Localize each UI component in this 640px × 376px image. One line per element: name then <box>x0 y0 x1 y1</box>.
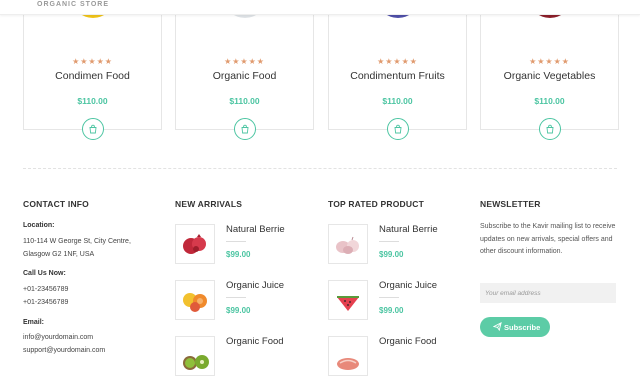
product-price: $110.00 <box>229 96 260 106</box>
meat-icon <box>337 358 359 370</box>
product-card[interactable]: ★★★★★ Organic Food $110.00 <box>175 0 314 140</box>
top-rated-thumbnail[interactable] <box>328 224 368 264</box>
product-card[interactable]: ★★★★★ Condimentum Fruits $110.00 <box>328 0 467 140</box>
product-name[interactable]: Condimentum Fruits <box>329 70 466 82</box>
top-rated-thumbnail[interactable] <box>328 280 368 320</box>
product-card[interactable]: ★★★★★ Condimen Food $110.00 <box>23 0 162 140</box>
item-separator <box>379 297 399 298</box>
product-price: $110.00 <box>534 96 565 106</box>
product-card[interactable]: ★★★★★ Organic Vegetables $110.00 <box>480 0 619 140</box>
address-line-2: Glasgow G2 1NF, USA <box>23 251 95 258</box>
email-label: Email: <box>23 319 45 326</box>
email-link[interactable]: support@yourdomain.com <box>23 344 105 357</box>
newsletter-description: Subscribe to the Kavir mailing list to r… <box>480 223 616 255</box>
phone-number[interactable]: +01-23456789 <box>23 283 68 296</box>
top-header: ORGANIC STORE <box>0 0 640 15</box>
product-rating: ★★★★★ <box>529 57 570 66</box>
new-arrivals-heading: NEW ARRIVALS <box>175 199 243 209</box>
add-to-cart-button[interactable] <box>233 118 256 140</box>
item-price: $99.00 <box>226 306 251 315</box>
phone-number[interactable]: +01-23456789 <box>23 296 68 309</box>
subscribe-button[interactable]: Subscribe <box>480 317 550 337</box>
store-brand[interactable]: ORGANIC STORE <box>37 1 109 8</box>
shopping-bag-icon <box>240 124 249 134</box>
product-price: $110.00 <box>77 96 108 106</box>
product-name[interactable]: Organic Vegetables <box>481 70 618 82</box>
new-arrival-thumbnail[interactable] <box>175 336 215 376</box>
item-price: $99.00 <box>379 306 404 315</box>
item-separator <box>226 297 246 298</box>
shopping-bag-icon <box>88 124 97 134</box>
call-us-label: Call Us Now: <box>23 270 66 277</box>
kiwi-icon <box>183 355 209 370</box>
newsletter-heading: NEWSLETTER <box>480 199 541 209</box>
item-separator <box>379 241 399 242</box>
top-rated-heading: TOP RATED PRODUCT <box>328 199 424 209</box>
product-rating: ★★★★★ <box>72 57 113 66</box>
location-label: Location: <box>23 222 55 229</box>
paper-plane-icon <box>493 322 502 331</box>
item-name[interactable]: Organic Juice <box>379 280 437 291</box>
new-arrival-thumbnail[interactable] <box>175 224 215 264</box>
add-to-cart-button[interactable] <box>386 118 409 140</box>
item-name[interactable]: Organic Juice <box>226 280 284 291</box>
product-rating: ★★★★★ <box>377 57 418 66</box>
add-to-cart-button[interactable] <box>81 118 104 140</box>
citrus-fruits-icon <box>183 293 207 312</box>
top-rated-thumbnail[interactable] <box>328 336 368 376</box>
pomegranate-icon <box>183 234 206 254</box>
product-rating: ★★★★★ <box>224 57 265 66</box>
item-name[interactable]: Natural Berrie <box>379 224 438 235</box>
product-name[interactable]: Organic Food <box>176 70 313 82</box>
item-price: $99.00 <box>379 250 404 259</box>
watermelon-icon <box>337 296 359 311</box>
item-separator <box>226 241 246 242</box>
subscribe-label: Subscribe <box>504 323 541 332</box>
address-line-1: 110-114 W George St, City Centre, <box>23 238 131 245</box>
add-to-cart-button[interactable] <box>538 118 561 140</box>
item-name[interactable]: Natural Berrie <box>226 224 285 235</box>
email-link[interactable]: info@yourdomain.com <box>23 331 93 344</box>
item-price: $99.00 <box>226 250 251 259</box>
garlic-icon <box>336 236 359 254</box>
contact-info-heading: CONTACT INFO <box>23 199 89 209</box>
section-divider <box>23 168 617 169</box>
item-name[interactable]: Organic Food <box>379 336 437 347</box>
item-name[interactable]: Organic Food <box>226 336 284 347</box>
new-arrival-thumbnail[interactable] <box>175 280 215 320</box>
shopping-bag-icon <box>545 124 554 134</box>
shopping-bag-icon <box>393 124 402 134</box>
newsletter-email-input[interactable] <box>480 283 616 303</box>
product-name[interactable]: Condimen Food <box>24 70 161 82</box>
product-price: $110.00 <box>382 96 413 106</box>
